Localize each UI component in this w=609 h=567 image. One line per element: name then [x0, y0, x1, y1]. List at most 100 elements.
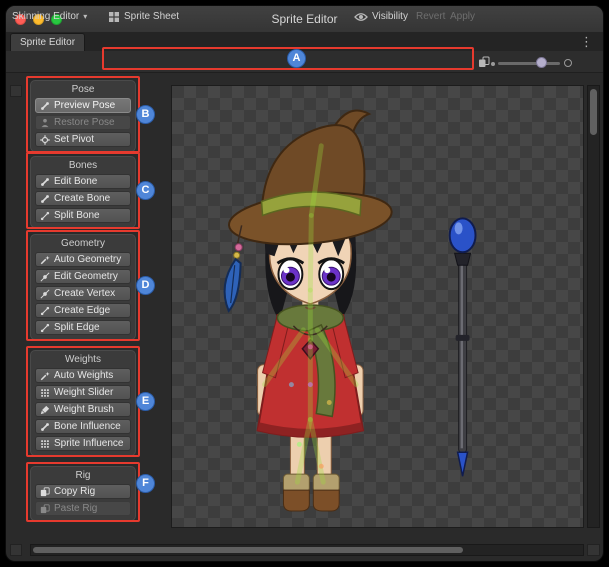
button-label: Sprite Influence: [54, 438, 124, 449]
rig-panel: Rig Copy Rig Paste Rig: [30, 466, 136, 521]
zoom-slider-handle[interactable]: [536, 57, 547, 68]
vertical-scrollbar[interactable]: [587, 85, 600, 528]
weight-brush-button[interactable]: Weight Brush: [35, 402, 131, 417]
weights-panel-title: Weights: [35, 354, 131, 365]
pose-panel-title: Pose: [35, 84, 131, 95]
button-label: Create Bone: [54, 193, 110, 204]
visibility-label: Visibility: [372, 11, 408, 22]
annotation-label-f: F: [136, 474, 155, 493]
pose-panel: Pose Preview Pose Restore Pose Set Pivot: [30, 80, 136, 152]
apply-label: Apply: [450, 11, 475, 22]
person-icon: [40, 118, 50, 128]
split-bone-button[interactable]: Split Bone: [35, 208, 131, 223]
character-sprite: [172, 86, 583, 527]
bones-panel-title: Bones: [35, 160, 131, 171]
button-label: Edit Bone: [54, 176, 97, 187]
button-label: Restore Pose: [54, 117, 115, 128]
button-label: Paste Rig: [54, 503, 97, 514]
zoom-in-icon[interactable]: [564, 59, 572, 67]
scroll-corner-bottom-right: [587, 544, 600, 556]
window-title: Sprite Editor: [6, 6, 603, 32]
annotation-label-c: C: [136, 181, 155, 200]
button-label: Copy Rig: [54, 486, 95, 497]
feather-charm: [225, 225, 243, 311]
edit-geometry-icon: [40, 272, 50, 282]
zoom-slider[interactable]: [498, 62, 560, 65]
edit-geometry-button[interactable]: Edit Geometry: [35, 269, 131, 284]
horizontal-scrollbar-thumb[interactable]: [33, 547, 463, 553]
geometry-panel: Geometry Auto Geometry Edit Geometry Cre…: [30, 234, 136, 340]
weights-panel: Weights Auto Weights Weight Slider Weigh…: [30, 350, 136, 456]
wand-icon: [40, 255, 50, 265]
button-label: Weight Slider: [54, 387, 113, 398]
screen: Sprite Editor Sprite Editor ⋮ Skinning E…: [0, 0, 609, 567]
create-vertex-button[interactable]: Create Vertex: [35, 286, 131, 301]
copy-rig-button[interactable]: Copy Rig: [35, 484, 131, 499]
bone-icon: [40, 101, 50, 111]
button-label: Edit Geometry: [54, 271, 118, 282]
wand-icon: [40, 371, 50, 381]
weight-slider-button[interactable]: Weight Slider: [35, 385, 131, 400]
brush-icon: [40, 405, 50, 415]
paste-rig-button[interactable]: Paste Rig: [35, 501, 131, 516]
skinning-editor-label: Skinning Editor: [12, 11, 79, 22]
bone-influence-icon: [40, 422, 50, 432]
revert-label: Revert: [416, 11, 445, 22]
scroll-corner-top-left: [10, 85, 22, 97]
zoom-out-icon[interactable]: [491, 62, 495, 66]
split-edge-icon: [40, 323, 50, 333]
horizontal-scrollbar[interactable]: [30, 544, 584, 556]
sprite-sheet-dropdown[interactable]: Sprite Sheet: [108, 9, 179, 24]
button-label: Set Pivot: [54, 134, 94, 145]
staff-sprite: [450, 218, 476, 476]
edge-icon: [40, 306, 50, 316]
tab-strip: Sprite Editor ⋮: [6, 32, 603, 51]
create-edge-button[interactable]: Create Edge: [35, 303, 131, 318]
annotation-label-e: E: [136, 392, 155, 411]
sprite-influence-button[interactable]: Sprite Influence: [35, 436, 131, 451]
edit-bone-icon: [40, 177, 50, 187]
create-bone-button[interactable]: Create Bone: [35, 191, 131, 206]
split-edge-button[interactable]: Split Edge: [35, 320, 131, 335]
set-pivot-button[interactable]: Set Pivot: [35, 132, 131, 147]
rig-panel-title: Rig: [35, 470, 131, 481]
button-label: Split Edge: [54, 322, 100, 333]
apply-button[interactable]: Apply: [450, 9, 475, 24]
button-label: Auto Weights: [54, 370, 113, 381]
edit-bone-button[interactable]: Edit Bone: [35, 174, 131, 189]
bones-panel: Bones Edit Bone Create Bone Split Bone: [30, 156, 136, 228]
rgb-alpha-toggle-icon[interactable]: [478, 56, 490, 68]
revert-button[interactable]: Revert: [416, 9, 445, 24]
overflow-menu-icon[interactable]: ⋮: [580, 32, 593, 51]
annotation-label-b: B: [136, 105, 155, 124]
sprite-editor-window: Sprite Editor Sprite Editor ⋮ Skinning E…: [5, 5, 604, 562]
button-label: Split Bone: [54, 210, 100, 221]
vertex-icon: [40, 289, 50, 299]
button-label: Auto Geometry: [54, 254, 121, 265]
visibility-button[interactable]: Visibility: [354, 9, 408, 24]
auto-weights-button[interactable]: Auto Weights: [35, 368, 131, 383]
bone-influence-button[interactable]: Bone Influence: [35, 419, 131, 434]
restore-pose-button[interactable]: Restore Pose: [35, 115, 131, 130]
skinning-editor-dropdown[interactable]: Skinning Editor ▾: [12, 9, 87, 24]
vertical-scrollbar-thumb[interactable]: [590, 89, 597, 135]
paste-icon: [40, 504, 50, 514]
button-label: Create Vertex: [54, 288, 115, 299]
button-label: Bone Influence: [54, 421, 121, 432]
copy-icon: [40, 487, 50, 497]
auto-geometry-button[interactable]: Auto Geometry: [35, 252, 131, 267]
annotation-label-d: D: [136, 276, 155, 295]
create-bone-icon: [40, 194, 50, 204]
button-label: Create Edge: [54, 305, 110, 316]
sprite-canvas[interactable]: [171, 85, 584, 528]
tab-sprite-editor[interactable]: Sprite Editor: [10, 33, 85, 51]
titlebar[interactable]: Sprite Editor: [6, 6, 603, 33]
chevron-down-icon: ▾: [83, 12, 87, 21]
sprite-sheet-label: Sprite Sheet: [124, 11, 179, 22]
pivot-icon: [40, 135, 50, 145]
split-bone-icon: [40, 211, 50, 221]
preview-pose-button[interactable]: Preview Pose: [35, 98, 131, 113]
button-label: Weight Brush: [54, 404, 114, 415]
sprite-sheet-icon: [108, 11, 120, 23]
weight-slider-icon: [40, 388, 50, 398]
